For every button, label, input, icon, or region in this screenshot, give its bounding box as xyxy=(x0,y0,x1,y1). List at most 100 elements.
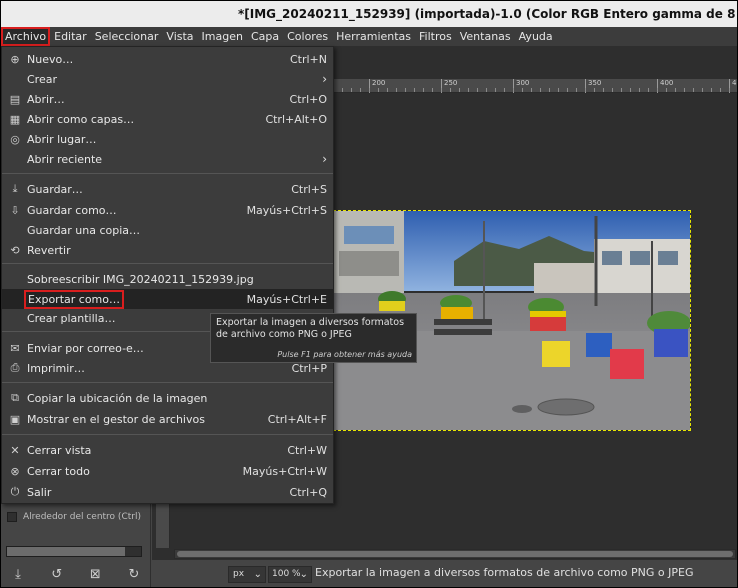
delete-preset-icon[interactable]: ⊠ xyxy=(86,565,104,583)
menu-item-label: Copiar la ubicación de la imagen xyxy=(27,391,208,405)
menu-vista[interactable]: Vista xyxy=(162,27,197,46)
file-manager-icon: ▣ xyxy=(9,412,21,426)
menu-item-label: Guardar como… xyxy=(27,203,117,217)
save-icon: ⤓ xyxy=(12,182,18,195)
menu-archivo[interactable]: Archivo xyxy=(1,27,51,46)
menu-item-5[interactable]: Abrir reciente › xyxy=(2,149,333,169)
menu-item-4[interactable]: ◎ Abrir lugar… xyxy=(2,129,333,149)
menu-colores[interactable]: Colores xyxy=(283,27,332,46)
ruler-minor-tick xyxy=(459,88,460,92)
menu-item-9[interactable]: ⟲ Revertir xyxy=(2,240,333,260)
menu-herramientas[interactable]: Herramientas xyxy=(332,27,415,46)
dock-slider-fill xyxy=(7,547,125,556)
save-preset-icon[interactable]: ⤓ xyxy=(9,565,27,583)
menu-filtros[interactable]: Filtros xyxy=(415,27,456,46)
ruler-minor-tick xyxy=(558,88,559,92)
menu-item-label: Abrir… xyxy=(27,92,65,106)
menu-item-label: Crear plantilla… xyxy=(27,311,116,325)
menu-item-16[interactable]: ▣ Mostrar en el gestor de archivos Ctrl+Al… xyxy=(2,409,333,429)
chevron-right-icon: › xyxy=(322,72,327,86)
ruler-minor-tick xyxy=(351,88,352,92)
ruler-minor-tick xyxy=(666,88,667,92)
ruler-minor-tick xyxy=(693,88,694,92)
menu-item-8[interactable]: Guardar una copia… xyxy=(2,220,333,240)
chevron-right-icon: › xyxy=(322,152,327,166)
ruler-minor-tick xyxy=(414,88,415,92)
menu-item-shortcut: Ctrl+P xyxy=(291,361,327,375)
menu-item-label: Cerrar todo xyxy=(27,464,90,478)
menu-item-17[interactable]: ✕ Cerrar vista Ctrl+W xyxy=(2,440,333,460)
close-all-icon: ⊗ xyxy=(10,464,20,478)
menu-bar: Archivo Editar Seleccionar Vista Imagen Capa C… xyxy=(1,27,737,46)
menu-separator xyxy=(2,382,333,383)
ruler-minor-tick xyxy=(396,88,397,92)
menu-item-shortcut: Mayús+Ctrl+S xyxy=(246,203,327,217)
menu-item-shortcut: Ctrl+W xyxy=(287,443,327,457)
menu-item-label: Exportar como… xyxy=(24,289,124,309)
save-as-icon: ⇩ xyxy=(10,203,20,217)
menu-item-1[interactable]: Crear › xyxy=(2,69,333,89)
menu-item-shortcut: Ctrl+O xyxy=(289,92,327,106)
menu-item-7[interactable]: ⇩ Guardar como… Mayús+Ctrl+S xyxy=(2,200,333,220)
menu-item-shortcut: Ctrl+Alt+O xyxy=(265,112,327,126)
menu-item-19[interactable]: ⏻ Salir Ctrl+Q xyxy=(2,482,333,502)
around-center-option[interactable]: Alrededor del centro (Ctrl) xyxy=(7,512,141,522)
menu-item-label: Salir xyxy=(27,485,52,499)
zoom-value: 100 % xyxy=(272,569,301,579)
ruler-minor-tick xyxy=(477,88,478,92)
horizontal-scrollbar[interactable] xyxy=(174,549,736,559)
menu-item-2[interactable]: ▤ Abrir… Ctrl+O xyxy=(2,89,333,109)
file-menu: ⊕ Nuevo… Ctrl+N Crear › ▤ Abrir… Ctrl+O ▦ Abrir c… xyxy=(1,46,334,504)
ruler-minor-tick xyxy=(594,88,595,92)
restore-icon[interactable]: ↺ xyxy=(48,565,66,583)
ruler-minor-tick xyxy=(639,88,640,92)
ruler-minor-tick xyxy=(369,88,370,92)
menu-item-6[interactable]: ⤓ Guardar… Ctrl+S xyxy=(2,179,333,199)
menu-item-11[interactable]: Exportar como… Mayús+Ctrl+E xyxy=(2,289,333,309)
zoom-selector[interactable]: 100 % ⌄ xyxy=(268,566,312,583)
dock-toolbar: ⤓ ↺ ⊠ ↻ xyxy=(9,565,143,583)
menu-item-15[interactable]: ⧉ Copiar la ubicación de la imagen xyxy=(2,388,333,408)
menu-editar[interactable]: Editar xyxy=(50,27,91,46)
mail-icon: ✉ xyxy=(10,341,20,355)
tooltip-hint: Pulse F1 para obtener más ayuda xyxy=(277,350,412,359)
menu-item-shortcut: Ctrl+S xyxy=(291,182,327,196)
ruler-minor-tick xyxy=(576,88,577,92)
ruler-minor-tick xyxy=(432,88,433,92)
open-icon: ▤ xyxy=(9,92,21,106)
reset-icon[interactable]: ↻ xyxy=(125,565,143,583)
tooltip-text: Exportar la imagen a diversos formatos d… xyxy=(216,317,405,340)
open-layers-icon: ▦ xyxy=(9,112,21,126)
menu-item-18[interactable]: ⊗ Cerrar todo Mayús+Ctrl+W xyxy=(2,461,333,481)
status-message: Exportar la imagen a diversos formatos d… xyxy=(315,566,694,579)
chevron-down-icon: ⌄ xyxy=(299,569,308,580)
status-bar: px ⌄ 100 % ⌄ Exportar la imagen a divers… xyxy=(152,560,737,587)
menu-item-label: Mostrar en el gestor de archivos xyxy=(27,412,205,426)
menu-item-label: Cerrar vista xyxy=(27,443,92,457)
menu-ayuda[interactable]: Ayuda xyxy=(515,27,557,46)
chevron-down-icon: ⌄ xyxy=(253,569,262,580)
menu-item-0[interactable]: ⊕ Nuevo… Ctrl+N xyxy=(2,49,333,69)
menu-item-label: Crear xyxy=(27,72,57,86)
menu-imagen[interactable]: Imagen xyxy=(198,27,247,46)
menu-seleccionar[interactable]: Seleccionar xyxy=(91,27,163,46)
menu-ventanas[interactable]: Ventanas xyxy=(456,27,515,46)
menu-item-3[interactable]: ▦ Abrir como capas… Ctrl+Alt+O xyxy=(2,109,333,129)
close-view-icon: ✕ xyxy=(10,443,20,457)
copy-location-icon: ⧉ xyxy=(11,391,19,404)
ruler-minor-tick xyxy=(387,88,388,92)
menu-item-label: Abrir lugar… xyxy=(27,132,97,146)
unit-selector[interactable]: px ⌄ xyxy=(228,566,266,583)
scrollbar-thumb[interactable] xyxy=(177,551,733,557)
menu-item-10[interactable]: Sobreescribir IMG_20240211_152939.jpg xyxy=(2,269,333,289)
ruler-minor-tick xyxy=(675,88,676,92)
ruler-minor-tick xyxy=(360,88,361,92)
menu-item-label: Abrir como capas… xyxy=(27,112,135,126)
menu-capa[interactable]: Capa xyxy=(247,27,283,46)
ruler-minor-tick xyxy=(405,88,406,92)
around-center-checkbox[interactable] xyxy=(7,512,17,522)
menu-item-label: Revertir xyxy=(27,243,71,257)
menu-item-shortcut: Mayús+Ctrl+E xyxy=(246,292,327,306)
dock-slider[interactable] xyxy=(6,546,142,557)
ruler-minor-tick xyxy=(540,88,541,92)
